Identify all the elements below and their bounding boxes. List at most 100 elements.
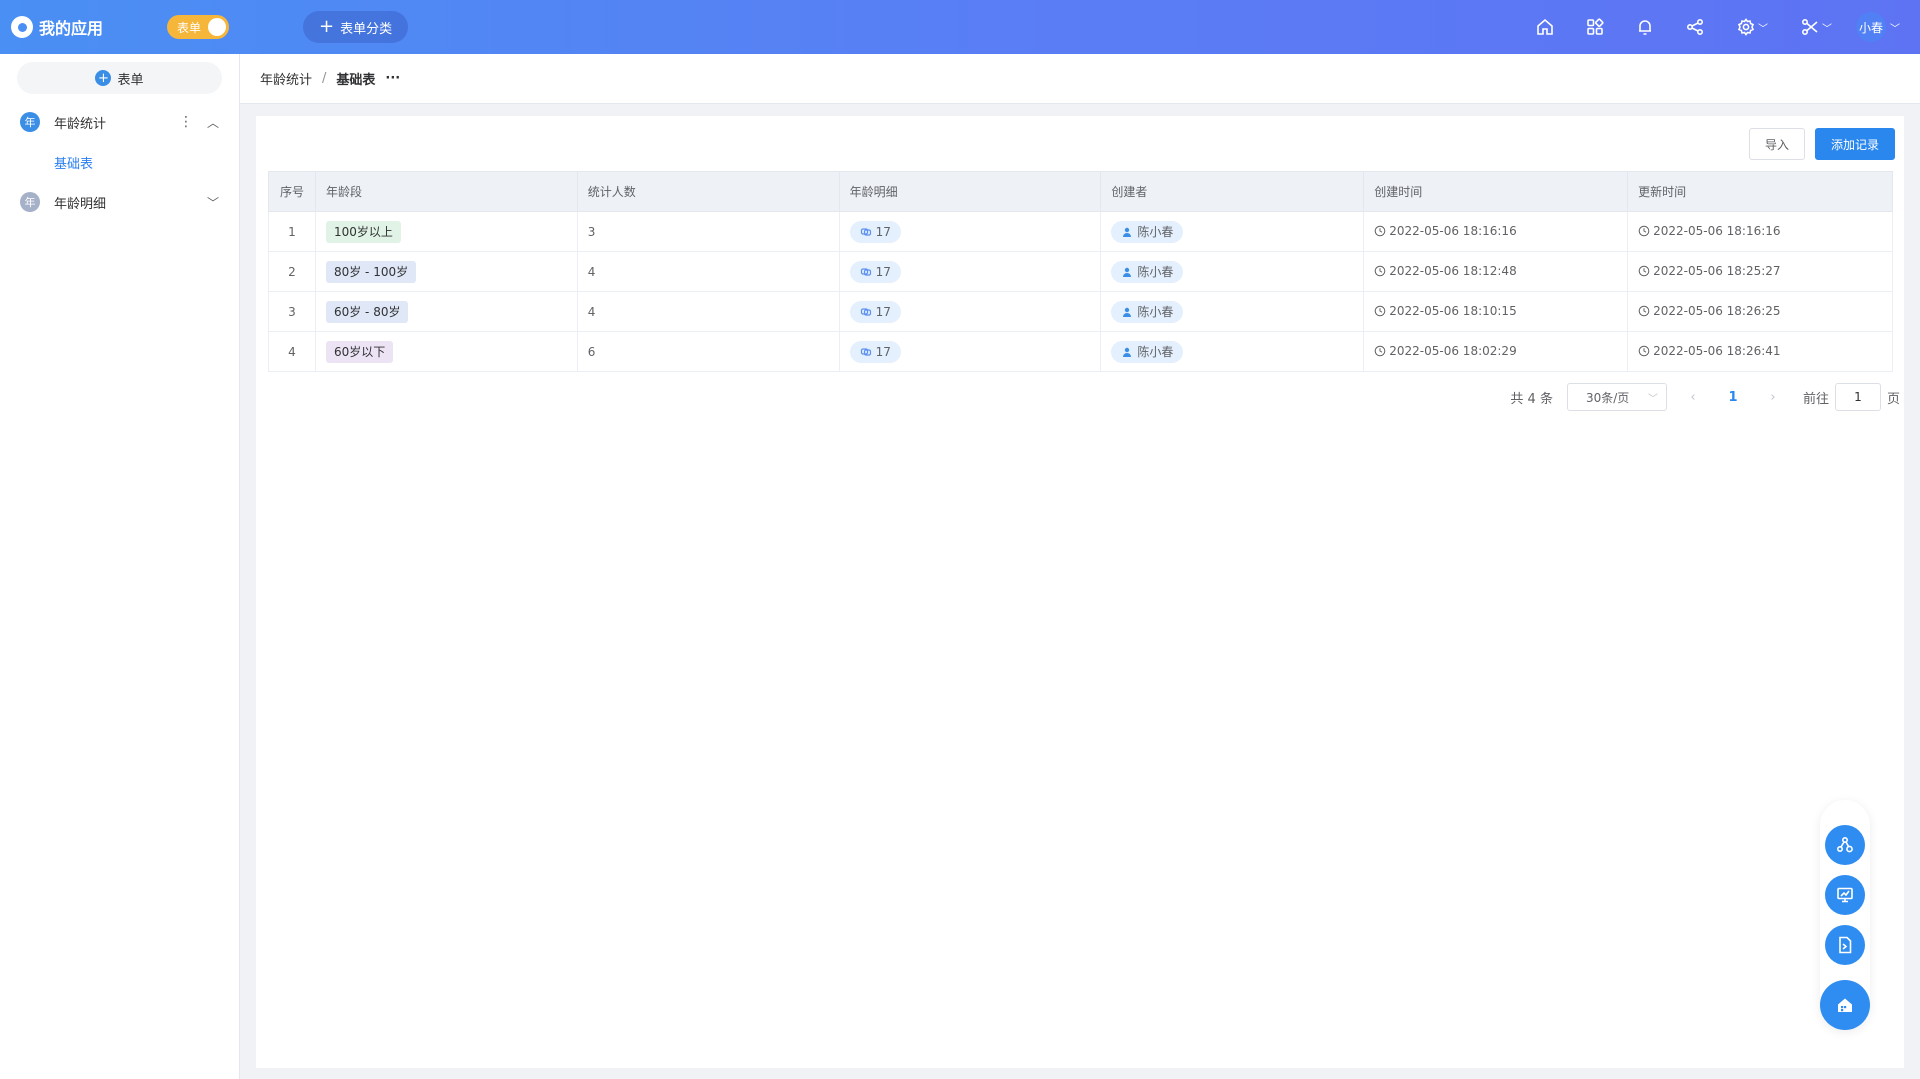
clock-icon — [1374, 345, 1386, 356]
form-mode-toggle[interactable]: 表单 — [167, 15, 230, 39]
linked-records-pill[interactable]: 17 — [849, 300, 901, 323]
import-button[interactable]: 导入 — [1748, 128, 1805, 160]
linked-records-pill[interactable]: 17 — [849, 220, 901, 243]
tools-dropdown[interactable]: ﹀ — [1784, 0, 1848, 54]
breadcrumb-parent[interactable]: 年龄统计 — [260, 69, 312, 88]
group-badge: 年 — [20, 112, 40, 132]
link-icon — [860, 307, 871, 316]
sidebar-item-basic-table[interactable]: 基础表 — [0, 142, 239, 182]
created-time: 2022-05-06 18:02:29 — [1389, 343, 1517, 358]
settings-dropdown[interactable]: ﹀ — [1720, 0, 1784, 54]
page-number[interactable]: 1 — [1713, 390, 1753, 405]
home-icon[interactable] — [1520, 0, 1570, 54]
creator-name: 陈小春 — [1137, 345, 1174, 359]
page-size-select[interactable]: 30条/页 ﹀ — [1566, 383, 1667, 411]
sidebar-group-age-detail[interactable]: 年 年龄明细 ﹀ — [0, 182, 239, 222]
next-page-button[interactable]: › — [1753, 390, 1793, 405]
count-cell: 6 — [576, 331, 840, 372]
floating-tool-dock — [1820, 800, 1870, 1030]
updated-time: 2022-05-06 18:26:25 — [1653, 303, 1781, 318]
clock-icon — [1638, 305, 1650, 316]
table-row[interactable]: 1 100岁以上 3 17 陈小春 2022-05-06 18:16:16 2022-05-… — [268, 211, 1893, 252]
app-title: 我的应用 — [39, 19, 104, 38]
app-logo-icon — [11, 16, 33, 38]
column-header[interactable]: 创建时间 — [1363, 171, 1629, 212]
updated-time-cell: 2022-05-06 18:26:25 — [1627, 291, 1893, 332]
plus-circle-icon: + — [95, 70, 112, 86]
column-header[interactable]: 统计人数 — [576, 171, 840, 212]
row-index: 3 — [268, 291, 316, 332]
sidebar-group-label: 年龄统计 — [54, 116, 107, 132]
form-category-button[interactable]: + 表单分类 — [303, 11, 409, 43]
pagination: 共 4 条 30条/页 ﹀ ‹ 1 › 前往 1 页 — [1510, 383, 1900, 411]
apps-grid-icon[interactable] — [1570, 0, 1620, 54]
chevron-down-icon: ﹀ — [1822, 23, 1832, 35]
plus-icon: + — [319, 16, 335, 37]
clock-icon — [1374, 305, 1386, 316]
home-portal-icon[interactable] — [1820, 980, 1870, 1030]
clock-icon — [1638, 225, 1650, 236]
age-range-tag: 100岁以上 — [325, 220, 401, 243]
sidebar: + 表单 年 年龄统计 ⋮ ︿ 基础表 年 年龄明细 ﹀ — [0, 54, 240, 1079]
chevron-down-icon: ﹀ — [1758, 23, 1768, 35]
chevron-down-icon[interactable]: ﹀ — [207, 194, 219, 211]
gear-icon — [1737, 18, 1755, 36]
sidebar-group-age-stats[interactable]: 年 年龄统计 ⋮ ︿ — [0, 102, 239, 142]
creator-cell: 陈小春 — [1100, 291, 1365, 332]
creator-cell: 陈小春 — [1100, 251, 1365, 292]
more-vertical-icon[interactable]: ⋮ — [179, 114, 193, 130]
table-row[interactable]: 3 60岁 - 80岁 4 17 陈小春 2022-05-06 18:10:15 2022-… — [268, 291, 1893, 332]
linked-count: 17 — [875, 264, 891, 279]
row-index: 1 — [268, 211, 316, 252]
total-count: 共 4 条 — [1510, 391, 1553, 407]
add-record-button[interactable]: 添加记录 — [1814, 128, 1895, 160]
chevron-up-icon[interactable]: ︿ — [207, 114, 219, 131]
age-range-tag: 60岁 - 80岁 — [325, 300, 409, 323]
sidebar-group-label: 年龄明细 — [54, 196, 107, 212]
count-cell: 4 — [576, 251, 840, 292]
table-row[interactable]: 4 60岁以下 6 17 陈小春 2022-05-06 18:02:29 2022-05-0… — [268, 331, 1893, 372]
column-header[interactable]: 年龄明细 — [838, 171, 1102, 212]
creator-pill: 陈小春 — [1111, 340, 1184, 363]
updated-time: 2022-05-06 18:25:27 — [1653, 263, 1781, 278]
column-header: 序号 — [268, 171, 316, 212]
linked-count: 17 — [875, 344, 891, 359]
page-suffix: 页 — [1886, 391, 1900, 407]
page-size-value: 30条/页 — [1585, 390, 1630, 405]
column-header[interactable]: 年龄段 — [314, 171, 578, 212]
updated-time-cell: 2022-05-06 18:16:16 — [1627, 211, 1893, 252]
detail-cell: 17 — [838, 211, 1102, 252]
table-row[interactable]: 2 80岁 - 100岁 4 17 陈小春 2022-05-06 18:12:48 2022… — [268, 251, 1893, 292]
avatar: 小春 — [1856, 12, 1886, 42]
age-range-cell: 60岁以下 — [314, 331, 578, 372]
updated-time-cell: 2022-05-06 18:25:27 — [1627, 251, 1893, 292]
prev-page-button[interactable]: ‹ — [1673, 390, 1713, 405]
form-category-label: 表单分类 — [340, 21, 393, 37]
breadcrumb-current: 基础表 — [336, 73, 376, 88]
script-file-icon[interactable] — [1825, 925, 1865, 965]
link-icon — [860, 347, 871, 356]
age-range-cell: 100岁以上 — [314, 211, 578, 252]
age-range-cell: 60岁 - 80岁 — [314, 291, 578, 332]
goto-label: 前往 — [1802, 391, 1829, 407]
linked-records-pill[interactable]: 17 — [849, 340, 901, 363]
app-logo[interactable]: 我的应用 — [11, 15, 103, 39]
add-form-button[interactable]: + 表单 — [17, 62, 222, 94]
column-header[interactable]: 更新时间 — [1627, 171, 1893, 212]
creator-pill: 陈小春 — [1111, 260, 1184, 283]
more-horizontal-icon[interactable]: ··· — [385, 71, 400, 86]
goto-page-input[interactable]: 1 — [1834, 383, 1881, 411]
dashboard-screen-icon[interactable] — [1825, 875, 1865, 915]
user-icon — [1123, 307, 1132, 317]
share-icon[interactable] — [1670, 0, 1720, 54]
breadcrumb: 年龄统计 / 基础表 ··· — [240, 54, 1920, 104]
updated-time-cell: 2022-05-06 18:26:41 — [1627, 331, 1893, 372]
bell-icon[interactable] — [1620, 0, 1670, 54]
user-menu[interactable]: 小春 ﹀ — [1856, 12, 1900, 42]
link-icon — [860, 267, 871, 276]
column-header[interactable]: 创建者 — [1100, 171, 1365, 212]
creator-pill: 陈小春 — [1111, 300, 1184, 323]
linked-records-pill[interactable]: 17 — [849, 260, 901, 283]
workflow-icon[interactable] — [1825, 825, 1865, 865]
toggle-knob — [208, 18, 227, 36]
